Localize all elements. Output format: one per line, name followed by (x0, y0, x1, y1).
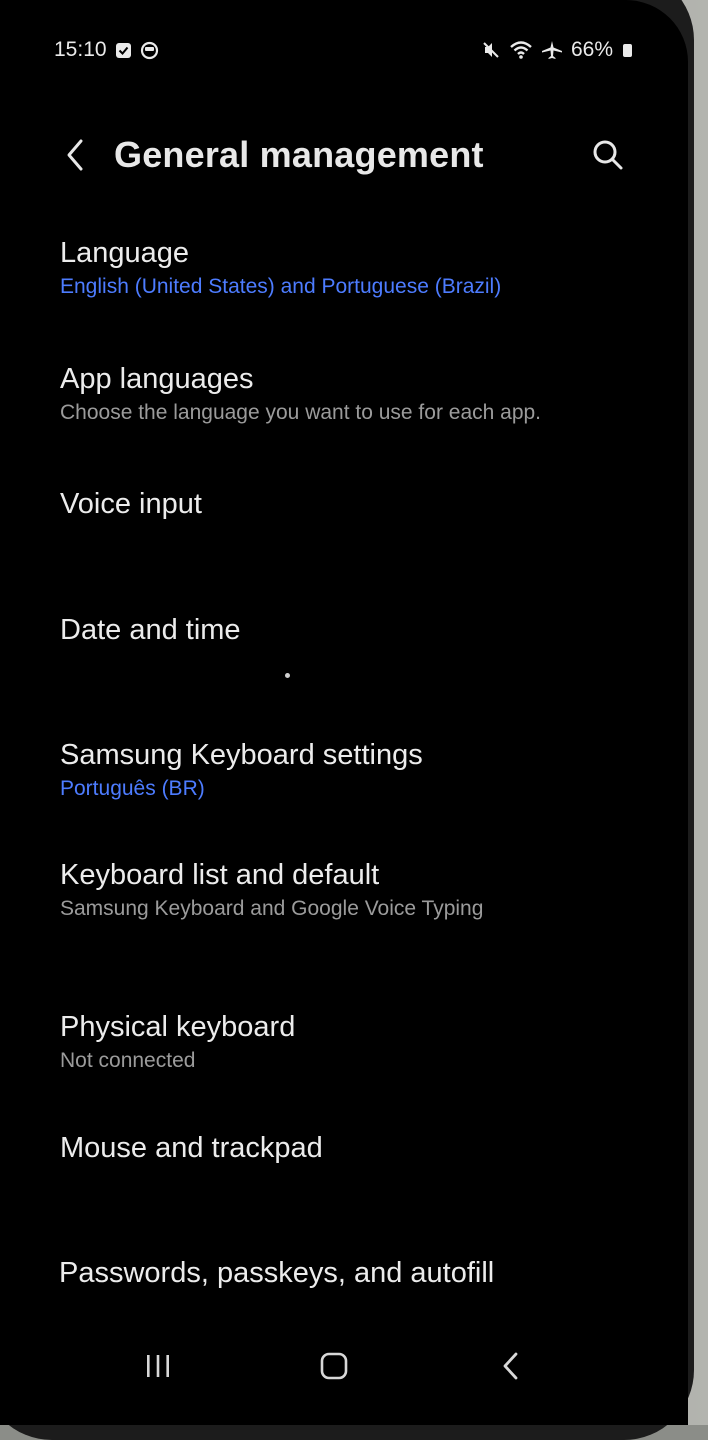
item-subtitle: English (United States) and Portuguese (… (60, 275, 502, 298)
item-title: Samsung Keyboard settings (60, 739, 423, 771)
airplane-icon (541, 40, 563, 60)
status-left: 15:10 (54, 38, 159, 62)
wifi-icon (509, 40, 533, 60)
list-item-keyboard-list-and-default[interactable]: Keyboard list and default Samsung Keyboa… (60, 857, 648, 923)
back-button[interactable] (58, 133, 92, 177)
back-arrow-icon (67, 139, 83, 171)
navigation-bar (0, 1338, 688, 1394)
list-item-passwords-passkeys-autofill[interactable]: Passwords, passkeys, and autofill (59, 1255, 648, 1291)
item-subtitle: Português (BR) (60, 777, 205, 800)
status-right: 66% (481, 38, 632, 62)
item-title: Physical keyboard (60, 1011, 296, 1043)
list-item-date-and-time[interactable]: Date and time (60, 612, 648, 648)
page-title: General management (114, 134, 484, 175)
search-icon (593, 140, 623, 170)
screen: 15:10 66% General management Language En… (0, 0, 688, 1425)
battery-percent: 66% (570, 38, 613, 61)
list-item-samsung-keyboard-settings[interactable]: Samsung Keyboard settings Português (BR) (60, 737, 648, 803)
status-time: 15:10 (54, 38, 107, 61)
back-icon (503, 1352, 518, 1380)
recents-icon (147, 1355, 169, 1377)
status-bar: 15:10 66% (54, 36, 632, 64)
item-title: Voice input (60, 488, 202, 520)
item-subtitle: Choose the language you want to use for … (60, 401, 542, 424)
list-item-physical-keyboard[interactable]: Physical keyboard Not connected (60, 1009, 648, 1075)
list-item-voice-input[interactable]: Voice input (60, 486, 648, 522)
messenger-icon (140, 41, 159, 60)
item-subtitle: Samsung Keyboard and Google Voice Typing (60, 897, 484, 920)
recents-button[interactable] (128, 1338, 188, 1394)
checkbox-icon (115, 42, 132, 59)
item-title: Date and time (60, 614, 241, 646)
list-item-mouse-and-trackpad[interactable]: Mouse and trackpad (60, 1130, 648, 1166)
list-item-app-languages[interactable]: App languages Choose the language you wa… (60, 361, 648, 427)
mute-icon (481, 40, 501, 60)
item-title: Keyboard list and default (60, 859, 380, 891)
item-title: Mouse and trackpad (60, 1132, 323, 1164)
item-title: Passwords, passkeys, and autofill (59, 1257, 495, 1289)
header: General management (58, 125, 630, 185)
nav-back-button[interactable] (481, 1338, 541, 1394)
home-icon (320, 1352, 348, 1380)
search-button[interactable] (586, 133, 630, 177)
list-item-language[interactable]: Language English (United States) and Por… (60, 235, 648, 301)
item-title: App languages (60, 363, 254, 395)
stray-dot (285, 673, 290, 678)
home-button[interactable] (304, 1338, 364, 1394)
battery-icon (623, 43, 632, 57)
item-subtitle: Not connected (60, 1049, 196, 1072)
item-title: Language (60, 237, 190, 269)
